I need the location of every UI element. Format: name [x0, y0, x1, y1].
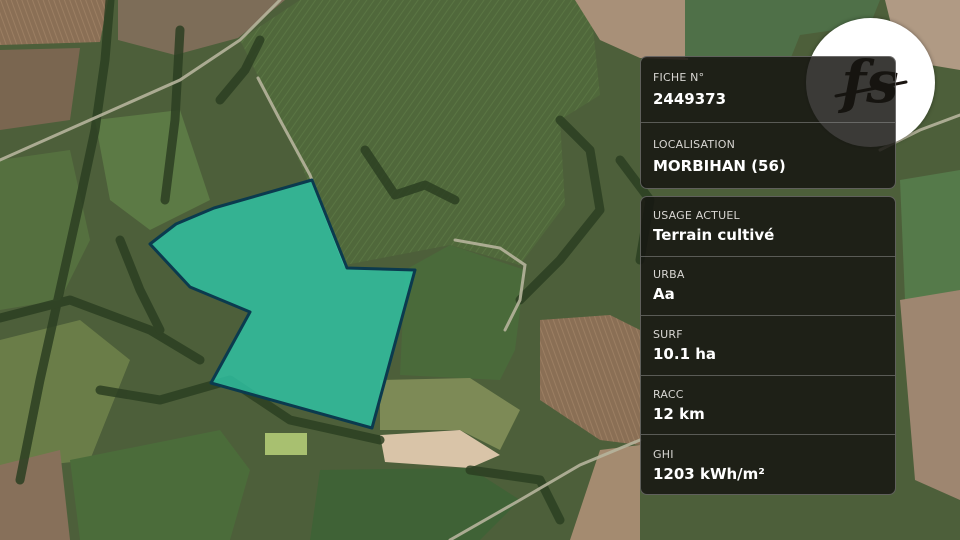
- usage-field: USAGE ACTUEL Terrain cultivé: [641, 197, 895, 257]
- raccordement-value: 12 km: [653, 404, 705, 423]
- field-plowed-top-left: [0, 0, 108, 45]
- surface-value: 10.1 ha: [653, 344, 717, 363]
- localisation-value: MORBIHAN (56): [653, 156, 786, 175]
- field-small-light: [265, 433, 307, 455]
- raccordement-field: RACC 12 km: [641, 376, 895, 436]
- ghi-label: GHI: [653, 447, 674, 461]
- localisation-label: LOCALISATION: [653, 137, 736, 151]
- field-right-green-band: [900, 170, 960, 300]
- usage-value: Terrain cultivé: [653, 225, 775, 244]
- urba-label: URBA: [653, 268, 685, 282]
- parcel-attributes-card: USAGE ACTUEL Terrain cultivé URBA Aa SUR…: [640, 196, 896, 495]
- surface-label: SURF: [653, 327, 683, 341]
- raccordement-label: RACC: [653, 387, 684, 401]
- fiche-label: FICHE N°: [653, 71, 705, 84]
- parcel-id-card: FICHE N° 2449373 LOCALISATION MORBIHAN (…: [640, 56, 896, 189]
- field-plowed-left: [0, 48, 80, 130]
- surface-field: SURF 10.1 ha: [641, 316, 895, 376]
- ghi-field: GHI 1203 kWh/m²: [641, 435, 895, 494]
- localisation-field: LOCALISATION MORBIHAN (56): [641, 123, 895, 188]
- fiche-value: 2449373: [653, 90, 727, 108]
- field-plowed-bottom-left: [0, 450, 70, 540]
- ghi-value: 1203 kWh/m²: [653, 464, 765, 483]
- fiche-field: FICHE N° 2449373: [641, 57, 895, 123]
- urba-field: URBA Aa: [641, 257, 895, 317]
- usage-label: USAGE ACTUEL: [653, 208, 740, 222]
- field-center-right: [400, 245, 525, 380]
- urba-value: Aa: [653, 285, 675, 304]
